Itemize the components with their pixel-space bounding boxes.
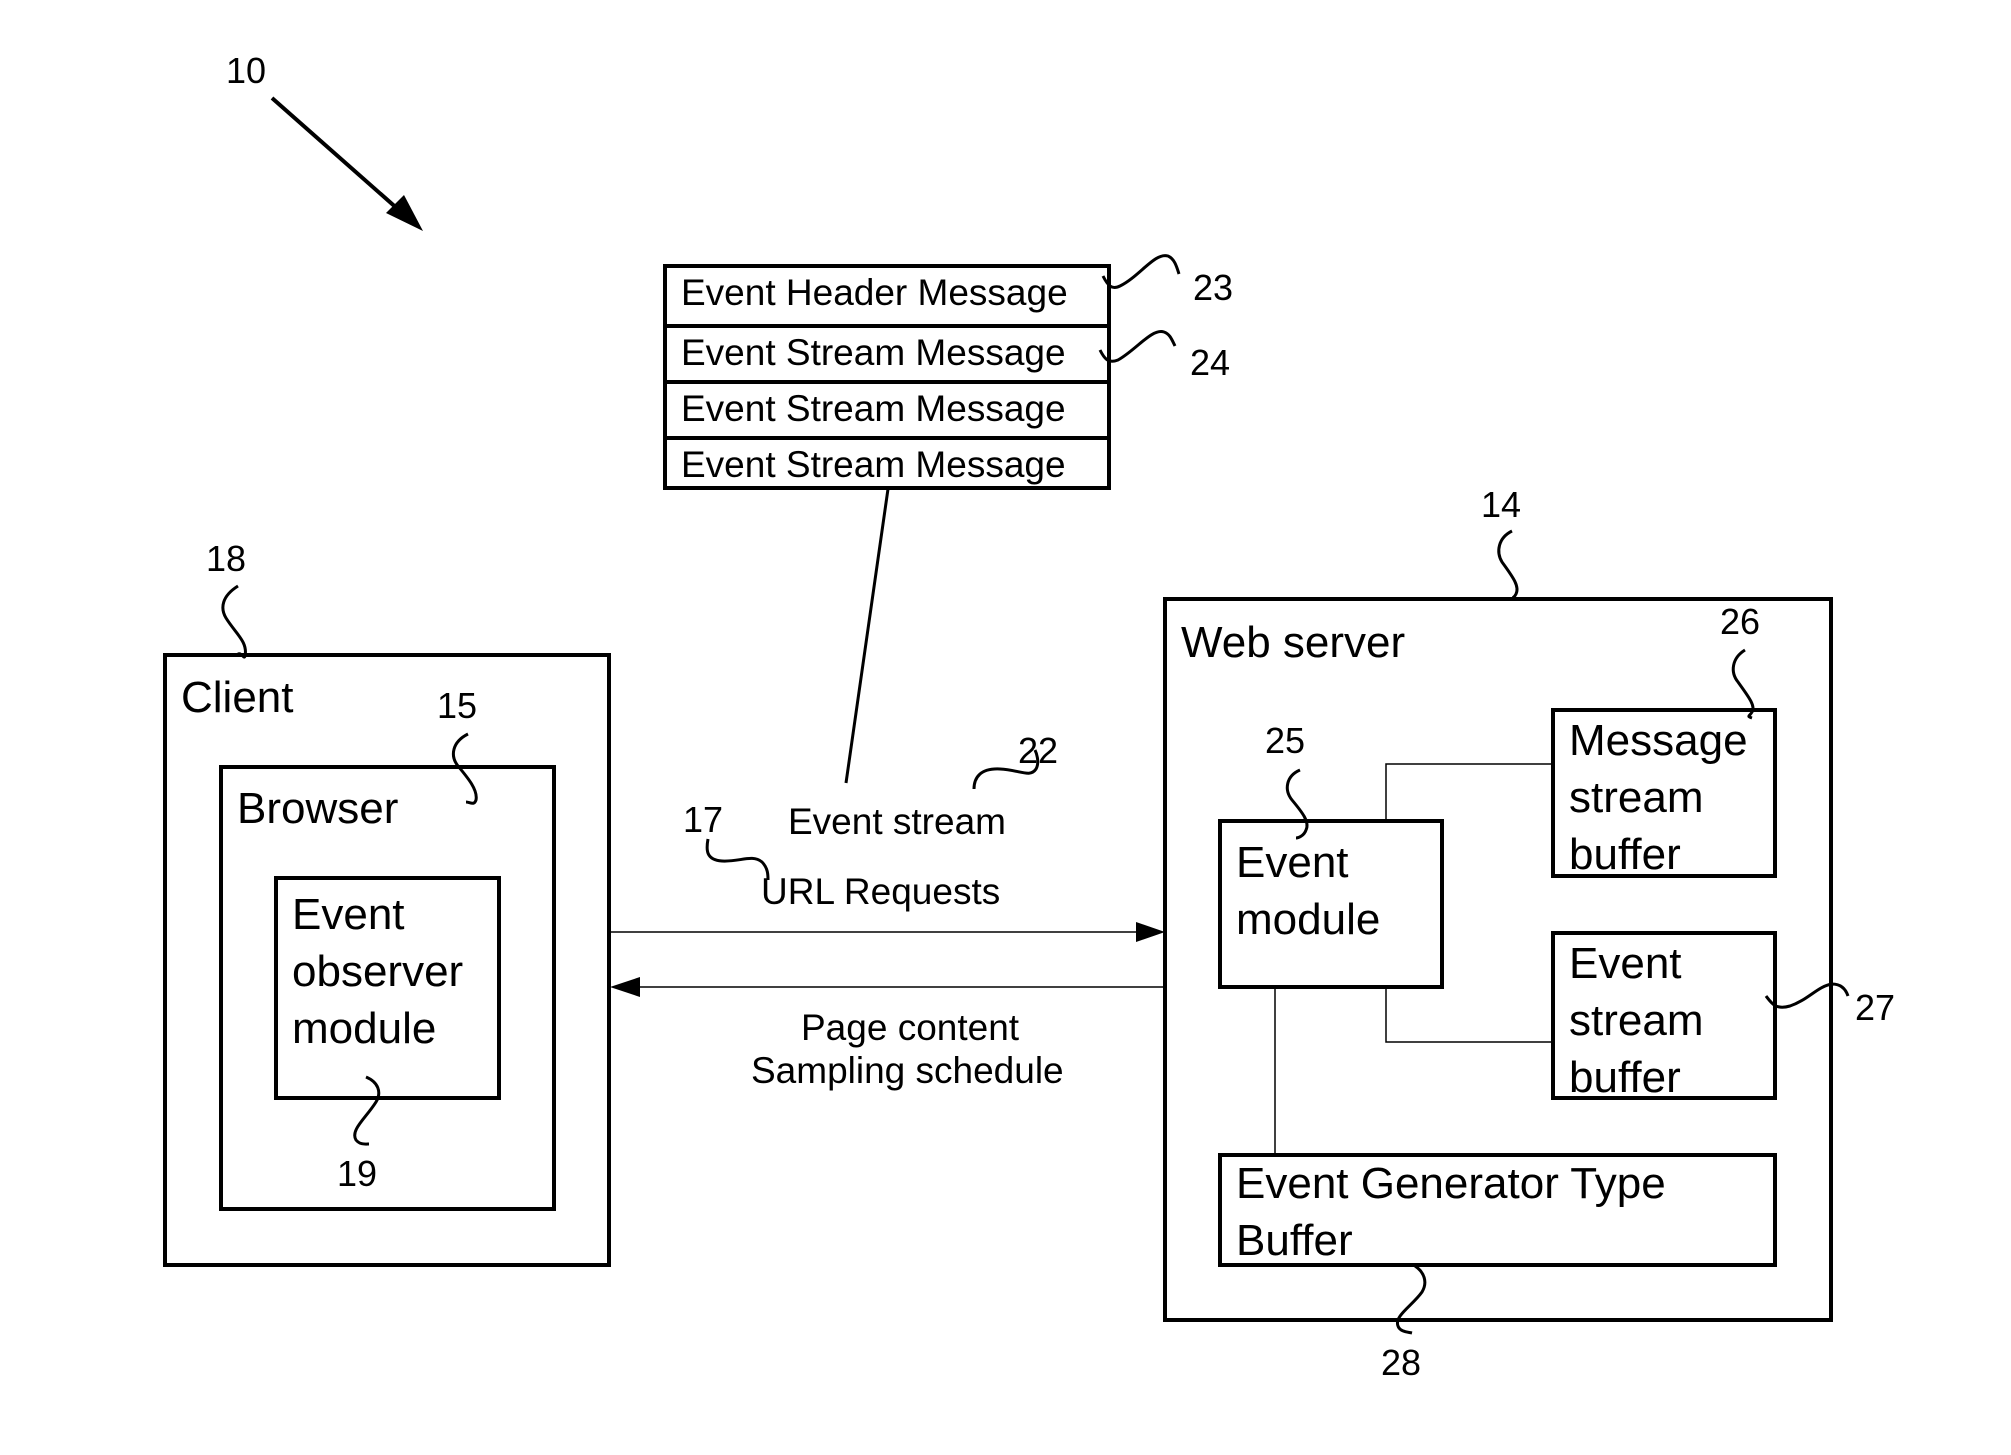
ref-leader-24 [1098,330,1177,363]
ref-label-23: 23 [1193,267,1234,308]
event-generator-type-buffer-label: Event Generator Type Buffer [1236,1159,1666,1265]
ref-label-26: 26 [1720,601,1761,642]
ref-label-22: 22 [1018,730,1059,771]
ref-label-17: 17 [683,799,724,840]
ref-label-25: 25 [1265,720,1306,761]
page-content-label: Page content [801,1007,1020,1048]
ref-label-15: 15 [437,685,478,726]
ref-leader-14 [1497,529,1519,600]
ref-label-27: 27 [1855,987,1896,1028]
web-server-title: Web server [1181,618,1406,667]
figure-pointer-arrow [270,96,423,231]
message-row-stream: Event Stream Message [667,380,1107,436]
url-requests-arrow [610,922,1165,942]
ref-label-18: 18 [206,538,247,579]
message-row-stream: Event Stream Message [667,324,1107,380]
browser-title: Browser [237,784,399,833]
message-stack: Event Header Message Event Stream Messag… [663,264,1111,490]
sampling-schedule-label: Sampling schedule [751,1050,1064,1091]
ref-label-14: 14 [1481,484,1522,525]
url-requests-label: URL Requests [761,871,1001,912]
message-stream-buffer-label: Message stream buffer [1569,716,1748,879]
event-stream-buffer-label: Event stream buffer [1569,939,1704,1102]
ref-leader-23 [1101,254,1181,290]
message-row-header: Event Header Message [681,272,1068,313]
event-stream-label: Event stream [788,801,1006,842]
event-observer-module-label: Event observer module [292,890,464,1053]
ref-leader-18 [221,584,247,659]
event-stream-leader-line [844,488,890,784]
ref-leader-17 [705,838,770,881]
ref-label-28: 28 [1381,1342,1422,1383]
ref-label-19: 19 [337,1153,378,1194]
figure-ref-10: 10 [226,50,267,91]
page-content-arrow [610,977,1165,997]
client-title: Client [181,673,294,722]
ref-label-24: 24 [1190,342,1231,383]
message-row-stream: Event Stream Message [667,436,1107,492]
event-module-label: Event module [1236,838,1381,944]
system-diagram: 10 Event Header Message Event Stream Mes… [0,0,2011,1455]
